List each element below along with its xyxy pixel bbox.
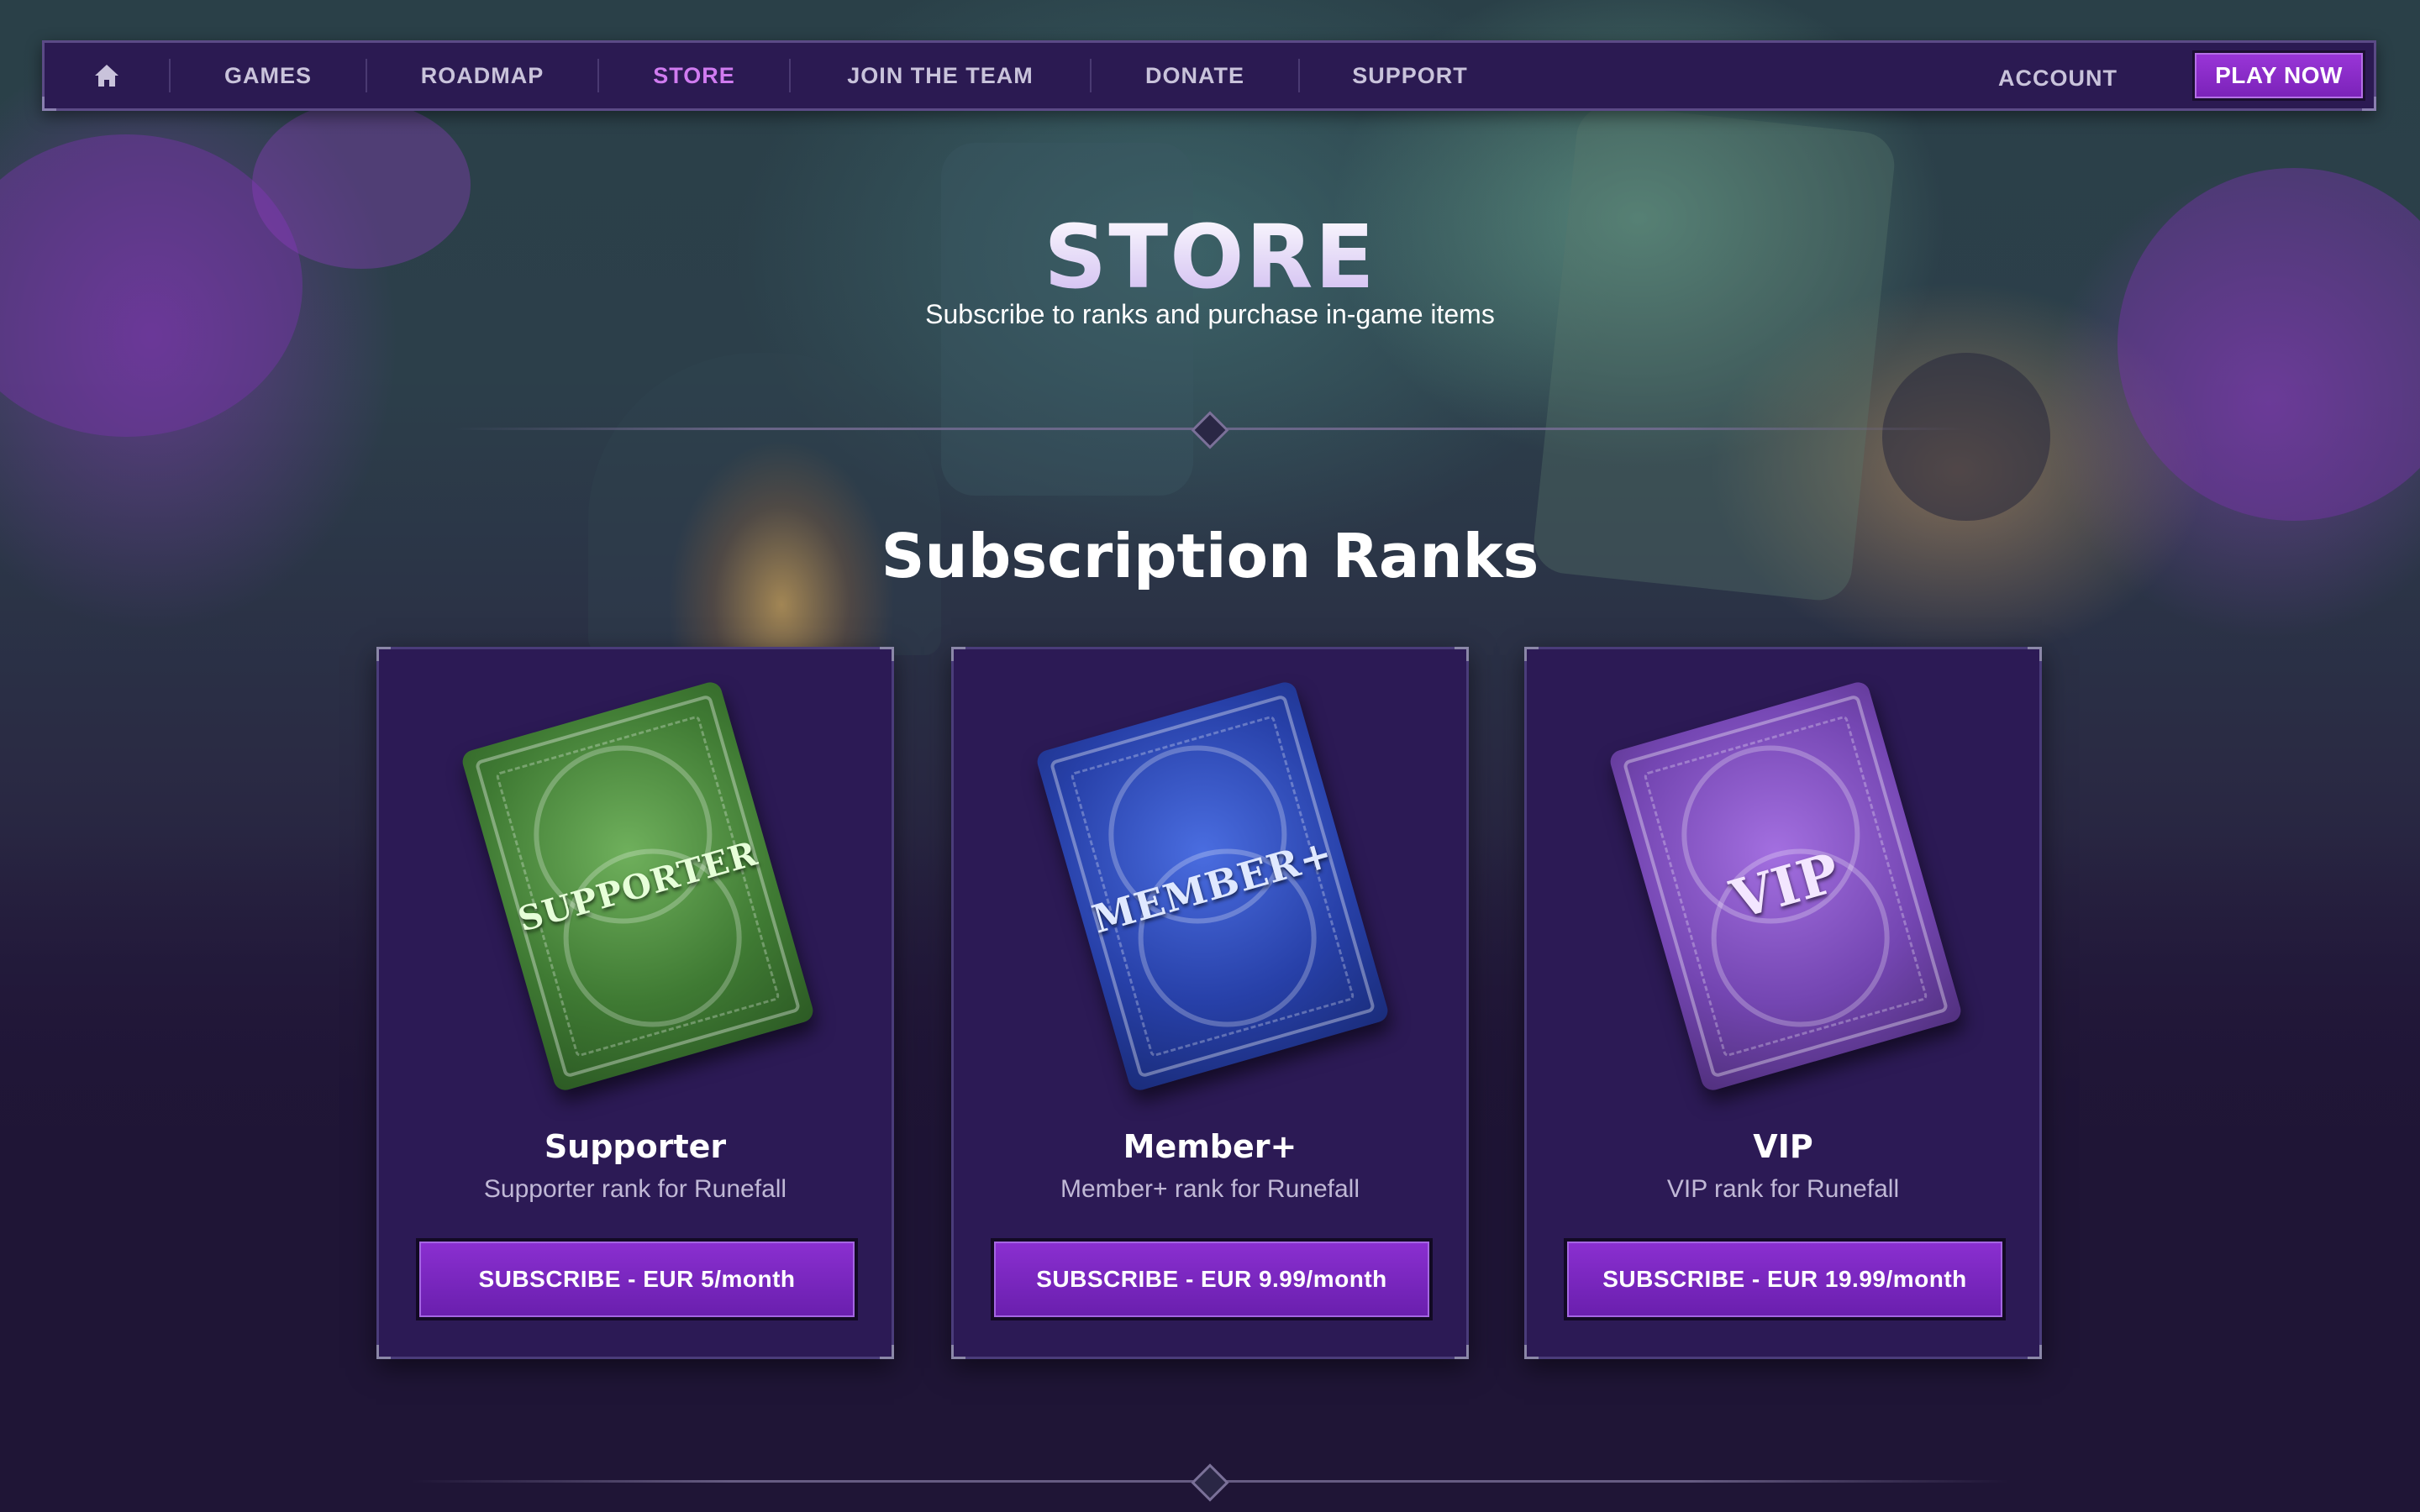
- card-corner: [880, 1345, 894, 1359]
- rank-name: Member+: [1123, 1128, 1297, 1165]
- subscribe-button-label: SUBSCRIBE - EUR 19.99/month: [1567, 1242, 2002, 1317]
- card-art-label: SUPPORTER: [513, 832, 762, 940]
- rank-description: VIP rank for Runefall: [1666, 1175, 1900, 1203]
- nav-item-join-the-team[interactable]: JOIN THE TEAM: [791, 40, 1090, 111]
- subscribe-member-plus-button[interactable]: SUBSCRIBE - EUR 9.99/month: [991, 1238, 1433, 1320]
- top-nav-bar: GAMES ROADMAP STORE JOIN THE TEAM DONATE…: [42, 40, 2376, 111]
- subscribe-button-label: SUBSCRIBE - EUR 9.99/month: [994, 1242, 1429, 1317]
- card-corner: [376, 647, 391, 661]
- card-corner: [1455, 647, 1469, 661]
- nav-item-games[interactable]: GAMES: [171, 40, 366, 111]
- subscribe-supporter-button[interactable]: SUBSCRIBE - EUR 5/month: [416, 1238, 858, 1320]
- page-title: STORE: [0, 206, 2420, 308]
- card-corner: [376, 1345, 391, 1359]
- subscribe-vip-button[interactable]: SUBSCRIBE - EUR 19.99/month: [1564, 1238, 2006, 1320]
- member-plus-card-image: MEMBER+: [1034, 680, 1391, 1093]
- rank-description: Member+ rank for Runefall: [1060, 1175, 1360, 1203]
- card-corner: [1524, 647, 1539, 661]
- card-corner: [1524, 1345, 1539, 1359]
- rank-card-member-plus: MEMBER+ Member+ Member+ rank for Runefal…: [951, 647, 1469, 1359]
- nav-item-roadmap[interactable]: ROADMAP: [367, 40, 597, 111]
- nav-item-support[interactable]: SUPPORT: [1300, 40, 1520, 111]
- section-title: Subscription Ranks: [881, 521, 1539, 591]
- rank-card-supporter: SUPPORTER Supporter Supporter rank for R…: [376, 647, 894, 1359]
- nav-item-account[interactable]: ACCOUNT: [1974, 43, 2142, 113]
- rank-card-vip: VIP VIP VIP rank for Runefall SUBSCRIBE …: [1524, 647, 2042, 1359]
- rank-name: VIP: [1753, 1128, 1813, 1165]
- nav-item-donate[interactable]: DONATE: [1092, 40, 1298, 111]
- card-corner: [1455, 1345, 1469, 1359]
- subscribe-button-label: SUBSCRIBE - EUR 5/month: [419, 1242, 855, 1317]
- card-corner: [2028, 647, 2042, 661]
- rank-description: Supporter rank for Runefall: [483, 1175, 787, 1203]
- card-corner: [951, 647, 965, 661]
- vip-card-image: VIP: [1607, 680, 1964, 1093]
- card-art-label: VIP: [1723, 840, 1848, 932]
- nav-item-store[interactable]: STORE: [599, 40, 789, 111]
- home-icon[interactable]: [45, 40, 169, 111]
- card-corner: [2028, 1345, 2042, 1359]
- card-corner: [951, 1345, 965, 1359]
- card-art-label: MEMBER+: [1086, 830, 1339, 942]
- card-corner: [880, 647, 894, 661]
- rank-name: Supporter: [544, 1128, 727, 1165]
- play-now-button[interactable]: PLAY NOW: [2192, 50, 2365, 101]
- page-subtitle: Subscribe to ranks and purchase in-game …: [925, 299, 1495, 329]
- supporter-card-image: SUPPORTER: [460, 680, 816, 1093]
